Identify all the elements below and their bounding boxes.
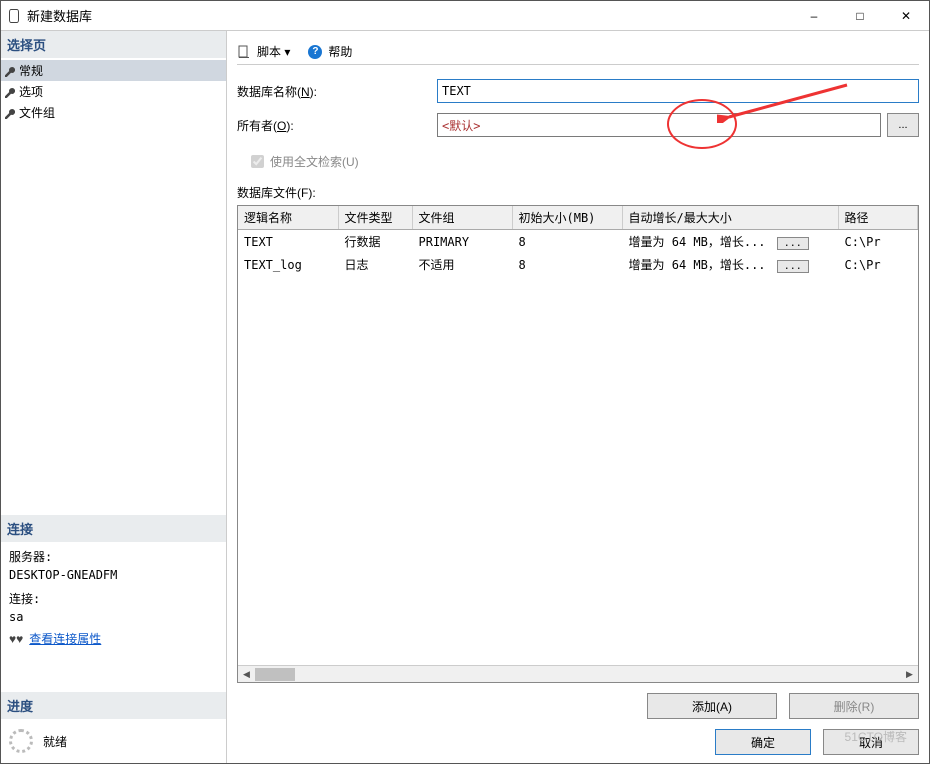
cell-file-type[interactable]: 日志 [338, 253, 412, 276]
owner-browse-button[interactable]: ... [887, 113, 919, 137]
progress-status: 就绪 [43, 733, 67, 750]
files-label: 数据库文件(F): [237, 184, 919, 201]
cell-path[interactable]: C:\Pr [838, 230, 918, 254]
sidebar-item-filegroups[interactable]: 文件组 [1, 102, 226, 123]
cell-autogrowth[interactable]: 增量为 64 MB，增长... ... [622, 230, 838, 254]
database-name-input[interactable] [437, 79, 919, 103]
cell-initial-size[interactable]: 8 [512, 230, 622, 254]
fulltext-checkbox [251, 155, 264, 168]
view-connection-props-link[interactable]: 查看连接属性 [29, 630, 101, 648]
progress-header: 进度 [1, 692, 226, 719]
cell-path[interactable]: C:\Pr [838, 253, 918, 276]
progress-block: 就绪 [1, 719, 226, 763]
cell-logical-name[interactable]: TEXT_log [238, 253, 338, 276]
files-table-container: 逻辑名称 文件类型 文件组 初始大小(MB) 自动增长/最大大小 路径 TEXT… [237, 205, 919, 683]
close-button[interactable]: ✕ [883, 1, 929, 30]
title-bar: 新建数据库 – □ ✕ [1, 1, 929, 31]
files-table[interactable]: 逻辑名称 文件类型 文件组 初始大小(MB) 自动增长/最大大小 路径 TEXT… [238, 206, 918, 276]
owner-input[interactable] [437, 113, 881, 137]
fulltext-label: 使用全文检索(U) [270, 153, 359, 170]
connection-header: 连接 [1, 515, 226, 542]
cell-initial-size[interactable]: 8 [512, 253, 622, 276]
col-path[interactable]: 路径 [838, 206, 918, 230]
database-icon [9, 9, 19, 23]
col-initial-size[interactable]: 初始大小(MB) [512, 206, 622, 230]
horizontal-scrollbar[interactable]: ◀ ▶ [238, 665, 918, 682]
script-icon [237, 45, 251, 59]
help-link[interactable]: 帮助 [328, 43, 352, 60]
col-file-type[interactable]: 文件类型 [338, 206, 412, 230]
scroll-right-icon[interactable]: ▶ [901, 666, 918, 683]
scroll-left-icon[interactable]: ◀ [238, 666, 255, 683]
cell-file-group[interactable]: 不适用 [412, 253, 512, 276]
wrench-icon [5, 87, 15, 97]
wrench-icon [5, 108, 15, 118]
sidebar-item-label: 选项 [19, 83, 43, 100]
help-icon: ? [308, 45, 322, 59]
add-button[interactable]: 添加(A) [647, 693, 777, 719]
col-autogrowth[interactable]: 自动增长/最大大小 [622, 206, 838, 230]
main-panel: 脚本 ▾ ? 帮助 数据库名称(N): 所有者(O): ... [227, 31, 929, 763]
sidebar-item-label: 常规 [19, 62, 43, 79]
cell-file-type[interactable]: 行数据 [338, 230, 412, 254]
scroll-thumb[interactable] [255, 668, 295, 681]
connection-label: 连接: [9, 590, 218, 608]
cell-file-group[interactable]: PRIMARY [412, 230, 512, 254]
dbname-label: 数据库名称(N): [237, 83, 437, 100]
cancel-button[interactable]: 取消 [823, 729, 919, 755]
owner-label: 所有者(O): [237, 117, 437, 134]
ok-button[interactable]: 确定 [715, 729, 811, 755]
window-title: 新建数据库 [27, 6, 791, 25]
progress-ring-icon [9, 729, 33, 753]
wrench-icon [5, 66, 15, 76]
col-file-group[interactable]: 文件组 [412, 206, 512, 230]
server-label: 服务器: [9, 548, 218, 566]
connection-info: 服务器: DESKTOP-GNEADFM 连接: sa ♥♥ 查看连接属性 [1, 542, 226, 658]
select-page-header: 选择页 [1, 31, 226, 58]
sidebar-item-general[interactable]: 常规 [1, 60, 226, 81]
minimize-button[interactable]: – [791, 1, 837, 30]
connection-props-icon: ♥♥ [9, 630, 23, 648]
cell-logical-name[interactable]: TEXT [238, 230, 338, 254]
col-logical-name[interactable]: 逻辑名称 [238, 206, 338, 230]
table-row[interactable]: TEXT行数据PRIMARY8增量为 64 MB，增长... ...C:\Pr [238, 230, 918, 254]
cell-autogrowth[interactable]: 增量为 64 MB，增长... ... [622, 253, 838, 276]
remove-button: 删除(R) [789, 693, 919, 719]
server-value: DESKTOP-GNEADFM [9, 566, 218, 584]
script-dropdown[interactable]: 脚本 ▾ [257, 43, 290, 60]
autogrowth-browse-button[interactable]: ... [777, 260, 809, 273]
autogrowth-browse-button[interactable]: ... [777, 237, 809, 250]
sidebar: 选择页 常规 选项 文件组 连接 服务器: DESKTOP-G [1, 31, 227, 763]
maximize-button[interactable]: □ [837, 1, 883, 30]
connection-value: sa [9, 608, 218, 626]
sidebar-item-options[interactable]: 选项 [1, 81, 226, 102]
chevron-down-icon: ▾ [284, 45, 290, 59]
table-header-row: 逻辑名称 文件类型 文件组 初始大小(MB) 自动增长/最大大小 路径 [238, 206, 918, 230]
toolbar: 脚本 ▾ ? 帮助 [237, 39, 919, 65]
table-row[interactable]: TEXT_log日志不适用8增量为 64 MB，增长... ...C:\Pr [238, 253, 918, 276]
sidebar-item-label: 文件组 [19, 104, 55, 121]
